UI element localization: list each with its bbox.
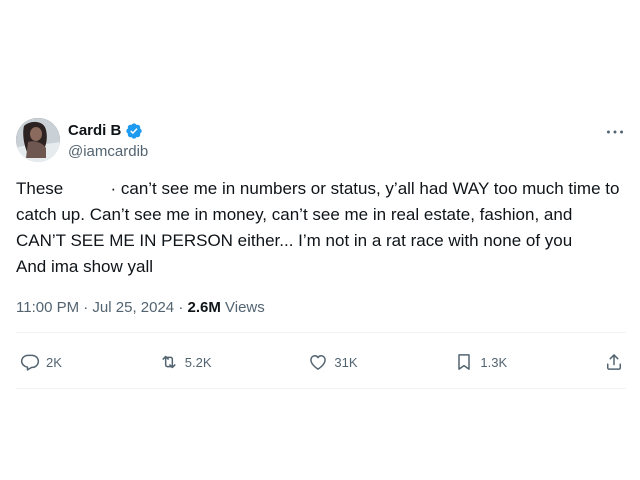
avatar-image: [16, 118, 60, 162]
like-count: 31K: [334, 354, 358, 370]
author-info: Cardi B @iamcardib: [68, 122, 148, 162]
tweet-text: These · can’t see me in numbers or statu…: [16, 179, 640, 276]
tweet-meta: 11:00 PM · Jul 25, 2024 · 2.6M Views: [16, 298, 626, 318]
bookmark-icon: [458, 354, 471, 370]
like-icon: [310, 355, 327, 370]
divider-top: [16, 332, 626, 333]
views-count: 2.6M: [187, 299, 221, 316]
share-button[interactable]: [604, 352, 624, 372]
retweet-icon: [162, 355, 176, 369]
more-icon[interactable]: [604, 122, 626, 142]
divider-bottom: [16, 388, 626, 389]
avatar[interactable]: [16, 118, 60, 162]
name-row: Cardi B: [68, 122, 148, 140]
like-button[interactable]: 31K: [308, 352, 358, 372]
retweet-count: 5.2K: [184, 354, 212, 370]
share-icon: [606, 354, 621, 370]
reply-icon: [20, 354, 40, 371]
views-label: Views: [220, 299, 265, 316]
reply-button[interactable]: 2K: [20, 352, 62, 372]
bookmark-count: 1.3K: [480, 354, 508, 370]
handle[interactable]: @iamcardib: [68, 142, 148, 162]
timestamp[interactable]: 11:00 PM · Jul 25, 2024 ·: [16, 299, 187, 316]
bookmark-button[interactable]: 1.3K: [454, 352, 507, 372]
display-name[interactable]: Cardi B: [68, 122, 121, 140]
verified-badge-icon: [125, 122, 143, 140]
reply-count: 2K: [46, 354, 62, 370]
tweet-card: Cardi B @iamcardib These · can’t see me …: [16, 114, 626, 318]
retweet-button[interactable]: 5.2K: [159, 352, 212, 372]
tweet-header: Cardi B @iamcardib: [16, 114, 626, 166]
action-bar: 2K 5.2K 31K 1.3K: [20, 348, 624, 376]
